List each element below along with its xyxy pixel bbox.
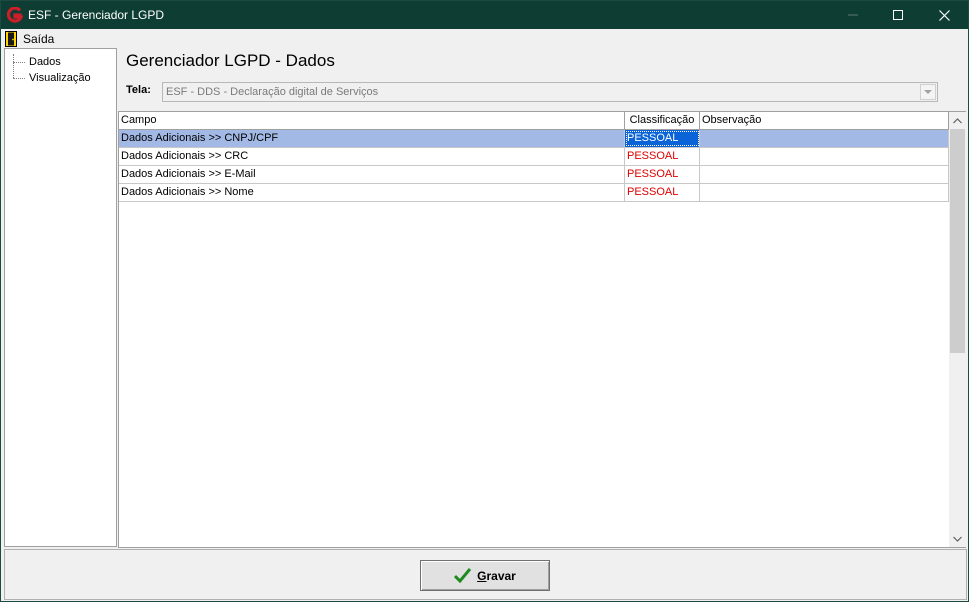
menu-exit[interactable]: Saída (3, 30, 54, 47)
footer-panel: Gravar (4, 549, 967, 600)
table-row[interactable]: Dados Adicionais >> E-Mail PESSOAL (119, 166, 949, 184)
close-icon (938, 9, 950, 21)
chevron-up-icon (953, 117, 962, 123)
cell-campo[interactable]: Dados Adicionais >> Nome (119, 184, 625, 201)
app-logo-icon (6, 7, 23, 23)
menu-exit-label: Saída (23, 31, 55, 46)
scroll-down-button[interactable] (949, 530, 966, 547)
chevron-down-icon (924, 89, 932, 94)
navigation-tree: Dados Visualização (4, 48, 117, 547)
grid-rows: Dados Adicionais >> CNPJ/CPF PESSOAL Dad… (119, 130, 949, 202)
save-button[interactable]: Gravar (420, 560, 550, 591)
minimize-button[interactable] (830, 1, 876, 29)
tela-select[interactable]: ESF - DDS - Declaração digital de Serviç… (162, 82, 938, 102)
app-window: ESF - Gerenciador LGPD Saída Dados Visua… (0, 0, 969, 602)
main-panel: Gerenciador LGPD - Dados Tela: ESF - DDS… (118, 48, 968, 548)
tela-label: Tela: (126, 84, 151, 96)
dropdown-button[interactable] (920, 84, 936, 100)
tela-select-value: ESF - DDS - Declaração digital de Serviç… (166, 86, 379, 98)
window-title: ESF - Gerenciador LGPD (28, 8, 165, 22)
table-row[interactable]: Dados Adicionais >> CRC PESSOAL (119, 148, 949, 166)
close-button[interactable] (921, 1, 967, 29)
cell-campo[interactable]: Dados Adicionais >> E-Mail (119, 166, 625, 183)
chevron-down-icon (953, 536, 962, 542)
scroll-up-button[interactable] (949, 112, 966, 129)
tree-item-label: Dados (29, 56, 61, 68)
table-row[interactable]: Dados Adicionais >> Nome PESSOAL (119, 184, 949, 202)
cell-classificacao[interactable]: PESSOAL (625, 148, 700, 165)
cell-observacao[interactable] (700, 148, 949, 165)
save-button-label: Gravar (477, 569, 516, 583)
cell-observacao[interactable] (700, 184, 949, 201)
column-header-observacao[interactable]: Observação (700, 112, 949, 129)
tree-branch-line (13, 77, 25, 79)
grid-header: Campo Classificação Observação (119, 112, 949, 130)
exit-door-icon (5, 30, 17, 47)
tree-branch-line (13, 61, 25, 63)
cell-observacao[interactable] (700, 166, 949, 183)
fields-grid[interactable]: Campo Classificação Observação Dados Adi… (118, 111, 966, 548)
maximize-icon (893, 10, 903, 20)
cell-observacao[interactable] (700, 130, 949, 147)
scrollbar-thumb[interactable] (950, 129, 965, 353)
vertical-scrollbar[interactable] (949, 112, 966, 547)
tree-item-label: Visualização (29, 72, 91, 84)
maximize-button[interactable] (875, 1, 921, 29)
cell-campo[interactable]: Dados Adicionais >> CNPJ/CPF (119, 130, 625, 147)
column-header-campo[interactable]: Campo (119, 112, 625, 129)
save-button-label-rest: ravar (486, 568, 516, 583)
cell-classificacao[interactable]: PESSOAL (625, 166, 700, 183)
cell-classificacao[interactable]: PESSOAL (625, 130, 700, 147)
cell-campo[interactable]: Dados Adicionais >> CRC (119, 148, 625, 165)
tree-item-dados[interactable]: Dados (13, 55, 61, 69)
menu-bar: Saída (1, 29, 968, 48)
checkmark-icon (454, 568, 472, 583)
tree-item-visualizacao[interactable]: Visualização (13, 71, 91, 85)
column-header-classificacao[interactable]: Classificação (625, 112, 700, 129)
table-row[interactable]: Dados Adicionais >> CNPJ/CPF PESSOAL (119, 130, 949, 148)
page-title: Gerenciador LGPD - Dados (126, 51, 335, 70)
minimize-icon (848, 14, 858, 16)
cell-classificacao[interactable]: PESSOAL (625, 184, 700, 201)
title-bar[interactable]: ESF - Gerenciador LGPD (1, 1, 968, 29)
